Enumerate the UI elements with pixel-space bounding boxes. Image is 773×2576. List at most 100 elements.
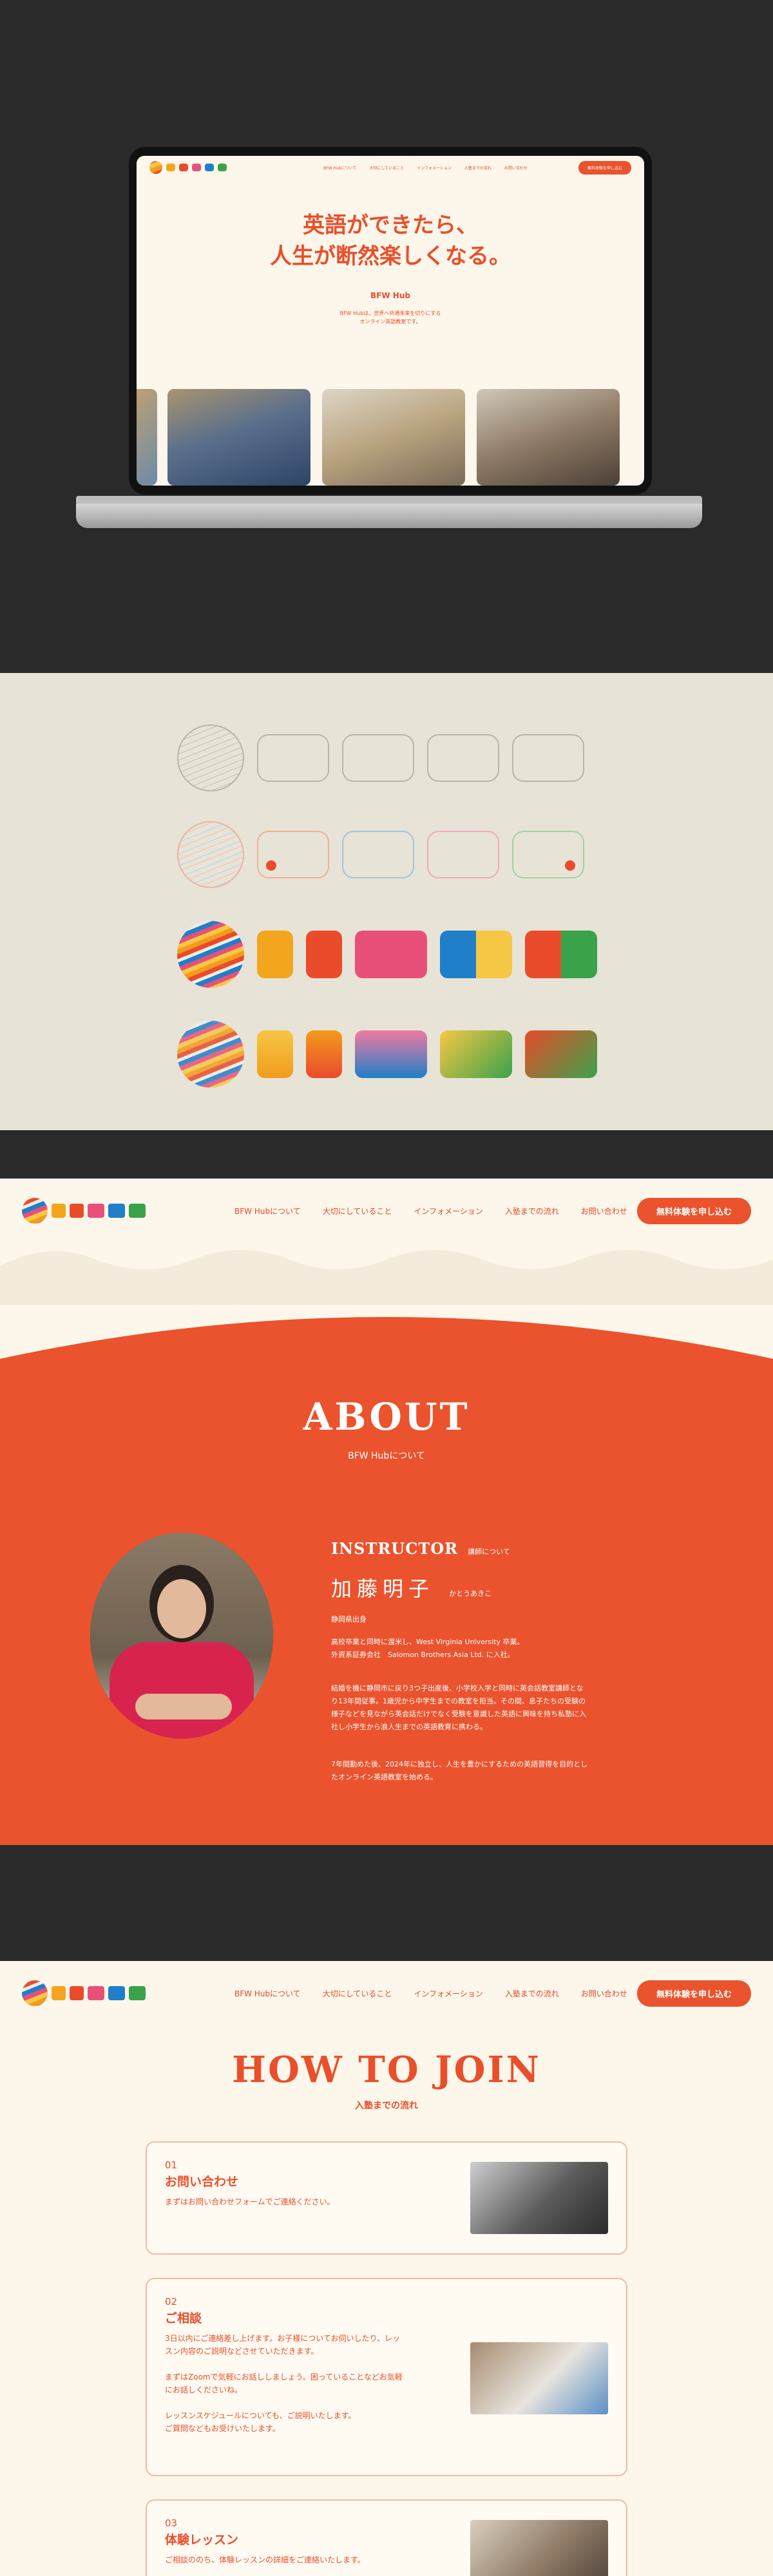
step-card-03: 03 体験レッスン ご相談ののち、体験レッスンの詳細をご連絡いたします。 [146,2499,627,2576]
step-card-01: 01 お問い合わせ まずはお問い合わせフォームでご連絡ください。 [146,2141,627,2255]
step-card-02: 02 ご相談 3日以内にご連絡差し上げます。お子様についてお伺いしたり、レッ ス… [146,2278,627,2476]
about-subtitle: BFW Hubについて [348,1451,425,1461]
step-description: ご相談ののち、体験レッスンの詳細をご連絡いたします。 [165,2553,448,2566]
nav-item-information[interactable]: インフォメーション [414,1206,482,1217]
nav-item-values[interactable]: 大切にしていること [323,1988,392,1999]
bio-line: 外資系証券会社 Salomon Brothers Asia Ltd. に入社。 [331,1651,515,1659]
step-image-lesson [470,2520,608,2576]
logo-variation-pastel [177,821,584,888]
hero-photo-4 [477,389,620,486]
join-subtitle: 入塾までの流れ [355,2101,418,2111]
step-line: ご質問などもお受けいたします。 [165,2424,280,2433]
hero-photo-3 [322,389,465,486]
instructor-label: INSTRUCTOR [331,1539,459,1558]
step-image-phone [470,2162,608,2234]
nav-item-join-flow[interactable]: 入塾までの流れ [505,1206,559,1217]
step-line: スン内容のご説明などさせていただきます。 [165,2347,319,2356]
instructor-bio-1: 高校卒業と同時に渡米し、West Virginia University 卒業。… [331,1636,524,1662]
step-description: 3日以内にご連絡差し上げます。お子様についてお伺いしたり、レッ スン内容のご説明… [165,2332,448,2435]
logo-variation-color [177,921,597,988]
free-trial-button[interactable]: 無料体験を申し込む [636,1197,751,1224]
laptop-base [76,504,702,528]
bio-line: 7年間勤めた後、2024年に独立し、人生を豊かにするための英語習得を目的とし [331,1760,588,1768]
instructor-heading: INSTRUCTOR 講師について [331,1539,510,1558]
laptop-mockup-section: BFW Hubについて 大切にしていること インフォメーション 入塾までの流れ … [0,0,773,673]
nav-item-about[interactable]: BFW Hubについて [234,1206,301,1217]
step-line: レッスンスケジュールについても、ご説明いたします。 [165,2411,356,2420]
bio-line: 社し小学生から浪人生までの英語教育に携わる。 [331,1723,487,1731]
bio-line: 結婚を機に静岡市に戻り3つ子出産後、小学校入学と同時に英会話教室講師とな [331,1684,584,1692]
join-title: HOW TO JOIN [232,2049,541,2091]
preview-logo[interactable] [149,161,227,174]
preview-nav-item[interactable]: BFW Hubについて [323,165,356,171]
preview-nav-item[interactable]: 入塾までの流れ [464,165,491,171]
site-logo[interactable] [22,1198,189,1224]
nav-item-about[interactable]: BFW Hubについて [234,1988,301,1999]
hero-photo-2 [167,389,310,486]
hero-photo-1 [137,389,157,486]
how-to-join-section: BFW Hubについて 大切にしていること インフォメーション 入塾までの流れ … [0,1961,773,2576]
step-title: 体験レッスン [165,2533,239,2547]
logo-sphere-icon [22,1980,48,2006]
logo-variation-gradient [177,1021,597,1088]
logo-sphere-icon [177,1021,244,1088]
nav-item-contact[interactable]: お問い合わせ [581,1206,627,1217]
wave-divider [0,1250,773,1305]
about-title: ABOUT [303,1395,470,1439]
logo-sphere-icon [177,724,244,791]
bio-line: たオンライン英語教室を始める。 [331,1773,437,1781]
hero-title-line: 英語ができたら、 [303,213,478,238]
instructor-kana: かとうあきこ [449,1589,492,1598]
camera-notch [365,147,416,156]
logo-variation-outline [177,724,584,791]
step-number: 02 [165,2296,178,2307]
step-line: 3日以内にご連絡差し上げます。お子様についてお伺いしたり、レッ [165,2334,400,2343]
preview-nav: BFW Hubについて 大切にしていること インフォメーション 入塾までの流れ … [137,156,644,179]
hero-desc-line: オンライン英語教室です。 [359,319,421,325]
step-line: まずはお問い合わせフォームでご連絡ください。 [165,2197,335,2206]
nav-item-contact[interactable]: お問い合わせ [581,1988,627,1999]
bio-line: り13年間従事。1歳児から中学生までの教室を担当。その間、息子たちの受験の [331,1697,586,1705]
site-logo[interactable] [22,1980,189,2006]
step-line: まずはZoomで気軽にお話ししましょう。困っていることなどお気軽 [165,2372,403,2382]
instructor-bio-3: 7年間勤めた後、2024年に独立し、人生を豊かにするための英語習得を目的とし た… [331,1758,587,1784]
instructor-origin: 静岡県出身 [331,1615,367,1624]
logo-variations-section [0,673,773,1130]
hero-title-line: 人生が断然楽しくなる。 [270,243,511,269]
preview-cta-button[interactable]: 無料体験を申し込む [578,160,631,175]
preview-nav-item[interactable]: インフォメーション [417,165,452,171]
hero-brand: BFW Hub [370,291,410,300]
hero-description: BFW Hubは、世界へ共通未来を切りにする オンライン英語教室です。 [137,309,644,326]
step-description: まずはお問い合わせフォームでご連絡ください。 [165,2195,448,2208]
instructor-sublabel: 講師について [468,1548,510,1556]
step-title: ご相談 [165,2311,202,2325]
site-nav: BFW Hubについて 大切にしていること インフォメーション 入塾までの流れ … [0,1961,773,2025]
logo-sphere-icon [22,1198,48,1224]
bio-line: 高校卒業と同時に渡米し、West Virginia University 卒業。 [331,1638,524,1646]
free-trial-button[interactable]: 無料体験を申し込む [636,1980,751,2007]
nav-item-information[interactable]: インフォメーション [414,1988,482,1999]
hero-desc-line: BFW Hubは、世界へ共通未来を切りにする [339,310,441,316]
instructor-portrait [90,1533,273,1739]
instructor-name-row: 加藤明子 かとうあきこ [331,1573,491,1602]
logo-sphere-icon [177,821,244,888]
website-preview: BFW Hubについて 大切にしていること インフォメーション 入塾までの流れ … [137,156,644,486]
step-number: 01 [165,2159,178,2171]
nav-item-join-flow[interactable]: 入塾までの流れ [505,1988,559,1999]
step-number: 03 [165,2517,178,2529]
logo-sphere-icon [177,921,244,988]
about-section: BFW Hubについて 大切にしていること インフォメーション 入塾までの流れ … [0,1179,773,1845]
step-line: ご相談ののち、体験レッスンの詳細をご連絡いたします。 [165,2555,365,2564]
step-line: にお話しくださいね。 [165,2385,243,2394]
laptop-screen: BFW Hubについて 大切にしていること インフォメーション 入塾までの流れ … [129,147,652,495]
step-image-video-call [470,2342,608,2414]
instructor-name: 加藤明子 [331,1577,435,1601]
bio-line: 様子などを見ながら英会話だけでなく受験を意識した英語に興味を持ち私塾に入 [331,1710,586,1718]
preview-nav-item[interactable]: 大切にしていること [369,165,404,171]
instructor-bio-2: 結婚を機に静岡市に戻り3つ子出産後、小学校入学と同時に英会話教室講師とな り13… [331,1682,586,1734]
preview-nav-item[interactable]: お問い合わせ [504,165,528,171]
site-nav: BFW Hubについて 大切にしていること インフォメーション 入塾までの流れ … [0,1179,773,1243]
nav-item-values[interactable]: 大切にしていること [323,1206,392,1217]
hero-title: 英語ができたら、 人生が断然楽しくなる。 [137,210,644,272]
step-title: お問い合わせ [165,2175,239,2189]
